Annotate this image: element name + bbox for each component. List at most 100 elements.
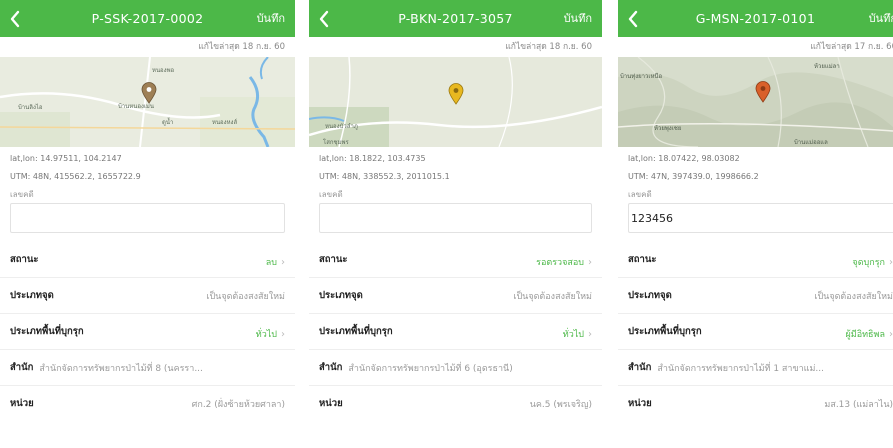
screens-container: P-SSK-2017-0002 บันทึก แก้ไขล่าสุด 18 ก.… xyxy=(0,0,893,448)
chevron-right-icon: › xyxy=(889,256,893,268)
point-type-row[interactable]: ประเภทจุด เป็นจุดต้องสงสัยใหม่ xyxy=(618,277,893,313)
chevron-right-icon: › xyxy=(281,256,285,268)
chevron-left-icon xyxy=(628,10,638,27)
unit-value: มส.13 (แม่ลาไน) xyxy=(824,399,893,410)
back-button[interactable] xyxy=(0,0,30,37)
utm-text: UTM: 48N, 338552.3, 2011015.1 xyxy=(319,172,450,181)
area-type-label: ประเภทพื้นที่บุกรุก xyxy=(628,326,702,337)
map-label: บ้านแม่ออแล xyxy=(794,139,828,146)
map-view[interactable]: บ้านทุ่งยาวเหนือ ห้วยพุงเชย ห้วยแม่ลา บ้… xyxy=(618,57,893,147)
point-type-label: ประเภทจุด xyxy=(319,290,363,301)
record-screen-2: P-BKN-2017-3057 บันทึก แก้ไขล่าสุด 18 ก.… xyxy=(309,0,602,448)
area-type-label: ประเภทพื้นที่บุกรุก xyxy=(319,326,393,337)
utm-text: UTM: 47N, 397439.0, 1998666.2 xyxy=(628,172,759,181)
map-label: หนองบัวลำภู xyxy=(325,123,358,130)
map-pin-icon[interactable] xyxy=(141,82,157,104)
unit-label: หน่วย xyxy=(319,398,343,409)
detail-list: สถานะ รอตรวจสอบ › ประเภทจุด เป็นจุดต้องสง… xyxy=(309,241,602,421)
unit-label: หน่วย xyxy=(628,398,652,409)
save-button[interactable]: บันทึก xyxy=(564,0,592,37)
area-type-value: ทั่วไป xyxy=(255,330,277,340)
status-value: ลบ xyxy=(265,257,277,268)
map-view[interactable]: บ้านลิงไอ บ้านหนองเม่น หนองหงส์ ดูน้ำ หน… xyxy=(0,57,295,147)
unit-row[interactable]: หน่วย มส.13 (แม่ลาไน) xyxy=(618,385,893,421)
status-label: สถานะ xyxy=(628,253,657,265)
save-button[interactable]: บันทึก xyxy=(257,0,285,37)
chevron-left-icon xyxy=(10,10,20,27)
office-row[interactable]: สำนัก สำนักจัดการทรัพยากรป่าไม้ที่ 6 (อุ… xyxy=(309,349,602,385)
case-number-input[interactable]: 123456 xyxy=(628,203,893,233)
map-label: โสกชุมพร xyxy=(323,139,349,146)
unit-value: นค.5 (พรเจริญ) xyxy=(529,399,592,410)
case-number-label: เลขคดี xyxy=(319,190,343,199)
chevron-right-icon: › xyxy=(588,329,592,340)
point-type-label: ประเภทจุด xyxy=(628,290,672,301)
office-value: สำนักจัดการทรัพยากรป่าไม้ที่ 6 (อุดรธานี… xyxy=(348,363,513,374)
back-button[interactable] xyxy=(309,0,339,37)
office-row[interactable]: สำนัก สำนักจัดการทรัพยากรป่าไม้ที่ 1 สาข… xyxy=(618,349,893,385)
status-label: สถานะ xyxy=(319,253,348,265)
record-id-title: G-MSN-2017-0101 xyxy=(695,11,816,26)
case-number-label: เลขคดี xyxy=(628,190,652,199)
office-value: สำนักจัดการทรัพยากรป่าไม้ที่ 1 สาขาแม่..… xyxy=(657,363,824,374)
office-row[interactable]: สำนัก สำนักจัดการทรัพยากรป่าไม้ที่ 8 (นค… xyxy=(0,349,295,385)
point-type-label: ประเภทจุด xyxy=(10,290,54,301)
case-number-input[interactable] xyxy=(10,203,285,233)
detail-list: สถานะ ลบ › ประเภทจุด เป็นจุดต้องสงสัยใหม่… xyxy=(0,241,295,421)
office-value: สำนักจัดการทรัพยากรป่าไม้ที่ 8 (นครรา... xyxy=(39,363,203,374)
nav-bar: P-BKN-2017-3057 บันทึก xyxy=(309,0,602,37)
map-label: หนองหงส์ xyxy=(212,119,238,126)
unit-row[interactable]: หน่วย ศก.2 (ฝั่งซ้ายห้วยศาลา) xyxy=(0,385,295,421)
point-type-value: เป็นจุดต้องสงสัยใหม่ xyxy=(513,291,592,302)
point-type-value: เป็นจุดต้องสงสัยใหม่ xyxy=(814,291,893,302)
nav-bar: G-MSN-2017-0101 บันทึก xyxy=(618,0,893,37)
point-type-row[interactable]: ประเภทจุด เป็นจุดต้องสงสัยใหม่ xyxy=(309,277,602,313)
map-view[interactable]: หนองบัวลำภู โสกชุมพร xyxy=(309,57,602,147)
area-type-value: ผู้มีอิทธิพล xyxy=(845,330,886,340)
map-pin-icon[interactable] xyxy=(755,81,771,103)
detail-list: สถานะ จุดบุกรุก › ประเภทจุด เป็นจุดต้องสง… xyxy=(618,241,893,421)
unit-row[interactable]: หน่วย นค.5 (พรเจริญ) xyxy=(309,385,602,421)
map-label: หนองพอ xyxy=(152,67,175,74)
save-button[interactable]: บันทึก xyxy=(869,0,893,37)
point-type-row[interactable]: ประเภทจุด เป็นจุดต้องสงสัยใหม่ xyxy=(0,277,295,313)
nav-bar: P-SSK-2017-0002 บันทึก xyxy=(0,0,295,37)
back-button[interactable] xyxy=(618,0,648,37)
record-id-title: P-SSK-2017-0002 xyxy=(91,11,204,26)
status-row[interactable]: สถานะ จุดบุกรุก › xyxy=(618,241,893,277)
area-type-row[interactable]: ประเภทพื้นที่บุกรุก ทั่วไป › xyxy=(0,313,295,349)
status-value: รอตรวจสอบ xyxy=(536,257,584,268)
office-label: สำนัก xyxy=(628,362,652,373)
chevron-right-icon: › xyxy=(588,256,592,268)
chevron-right-icon: › xyxy=(281,329,285,340)
office-label: สำนัก xyxy=(319,362,343,373)
map-label: ห้วยพุงเชย xyxy=(654,125,682,132)
lat-lon-text: lat,lon: 18.07422, 98.03082 xyxy=(628,154,740,163)
map-label: บ้านทุ่งยาวเหนือ xyxy=(620,73,663,80)
office-label: สำนัก xyxy=(10,362,34,373)
lat-lon-text: lat,lon: 18.1822, 103.4735 xyxy=(319,154,426,163)
area-type-value: ทั่วไป xyxy=(562,330,584,340)
point-type-value: เป็นจุดต้องสงสัยใหม่ xyxy=(206,291,285,302)
case-number-input[interactable] xyxy=(319,203,592,233)
status-value: จุดบุกรุก xyxy=(852,257,885,268)
last-edited-label: แก้ไขล่าสุด 18 ก.ย. 60 xyxy=(505,42,592,52)
status-row[interactable]: สถานะ ลบ › xyxy=(0,241,295,277)
map-label: บ้านลิงไอ xyxy=(18,104,43,111)
record-screen-3: G-MSN-2017-0101 บันทึก แก้ไขล่าสุด 17 ก.… xyxy=(618,0,893,448)
map-label: ดูน้ำ xyxy=(162,119,174,126)
unit-label: หน่วย xyxy=(10,398,34,409)
last-edited-label: แก้ไขล่าสุด 18 ก.ย. 60 xyxy=(198,42,285,52)
status-row[interactable]: สถานะ รอตรวจสอบ › xyxy=(309,241,602,277)
lat-lon-text: lat,lon: 14.97511, 104.2147 xyxy=(10,154,122,163)
last-edited-label: แก้ไขล่าสุด 17 ก.ย. 60 xyxy=(810,42,893,52)
area-type-row[interactable]: ประเภทพื้นที่บุกรุก ทั่วไป › xyxy=(309,313,602,349)
utm-text: UTM: 48N, 415562.2, 1655722.9 xyxy=(10,172,141,181)
chevron-right-icon: › xyxy=(889,329,893,340)
record-id-title: P-BKN-2017-3057 xyxy=(398,11,513,26)
chevron-left-icon xyxy=(319,10,329,27)
map-pin-icon[interactable] xyxy=(448,83,464,105)
record-screen-1: P-SSK-2017-0002 บันทึก แก้ไขล่าสุด 18 ก.… xyxy=(0,0,295,448)
map-label: ห้วยแม่ลา xyxy=(814,63,840,70)
area-type-row[interactable]: ประเภทพื้นที่บุกรุก ผู้มีอิทธิพล › xyxy=(618,313,893,349)
